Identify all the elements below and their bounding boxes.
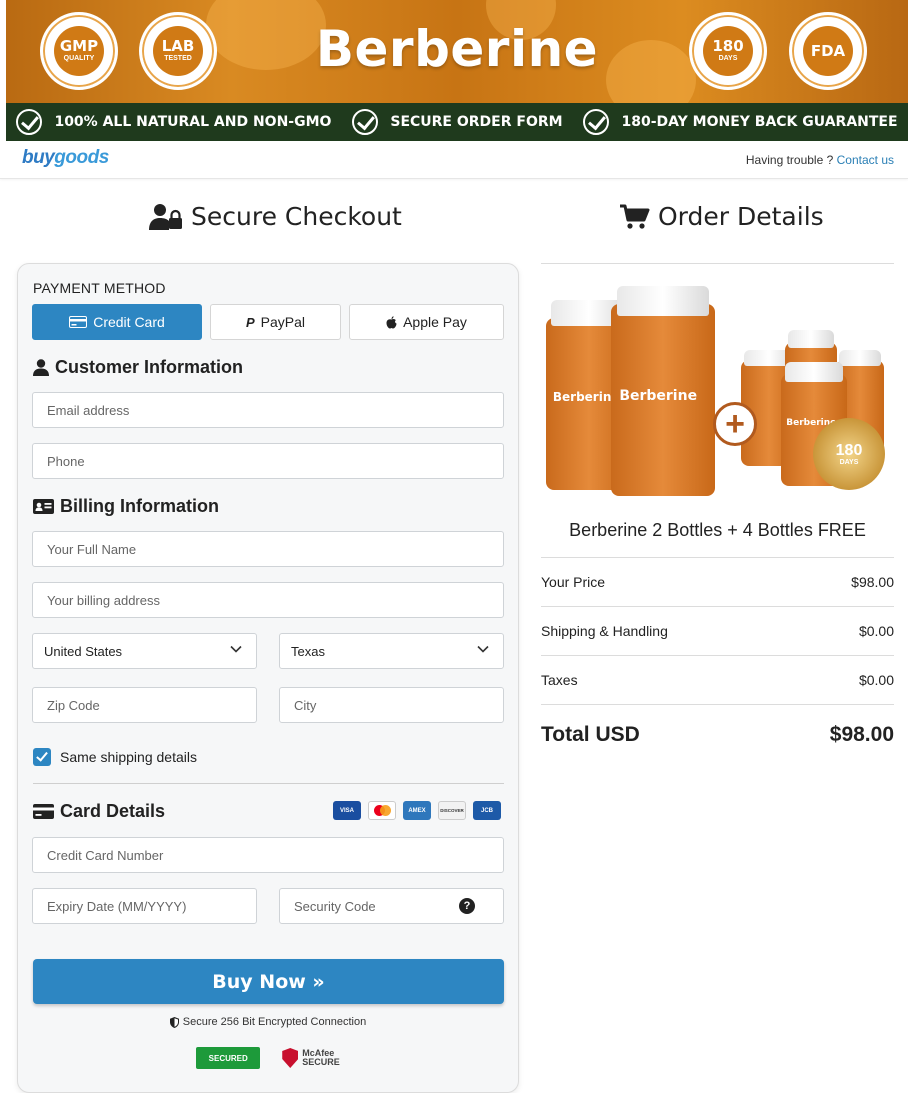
security-code-field[interactable]: Security Code ? [279, 888, 504, 924]
amex-icon: AMEX [403, 801, 431, 820]
features-bar: 100% ALL NATURAL AND NON-GMO SECURE ORDE… [6, 103, 908, 141]
card-brands: VISA AMEX DISCOVER JCB [333, 801, 501, 820]
money-back-seal-icon: 180 DAYS [813, 418, 885, 490]
visa-icon: VISA [333, 801, 361, 820]
product-image: Berberine Berberine Berberine + 180 DAYS [541, 280, 894, 500]
credit-card-tab[interactable]: Credit Card [32, 304, 202, 340]
billing-info-heading: Billing Information [33, 496, 219, 517]
payment-method-label: PAYMENT METHOD [33, 280, 166, 296]
banner-title: Berberine [315, 20, 599, 78]
order-details-heading: Order Details [620, 202, 824, 231]
state-select[interactable]: Texas [279, 633, 504, 669]
expiry-date-field[interactable]: Expiry Date (MM/YYYY) [32, 888, 257, 924]
contact-us-link[interactable]: Contact us [837, 153, 894, 167]
city-field[interactable]: City [279, 687, 504, 723]
feature-secure: SECURE ORDER FORM [352, 109, 563, 135]
zip-code-field[interactable]: Zip Code [32, 687, 257, 723]
customer-info-heading: Customer Information [33, 357, 243, 378]
price-label: Your Price [541, 574, 606, 590]
mastercard-icon [368, 801, 396, 820]
paypal-icon: P [245, 314, 255, 330]
shield-icon [169, 1016, 179, 1028]
user-lock-icon [149, 203, 182, 230]
total-value: $98.00 [829, 722, 894, 746]
plus-icon: + [713, 402, 757, 446]
state-value: Texas [291, 643, 325, 659]
user-icon [33, 359, 49, 376]
product-name: Berberine 2 Bottles + 4 Bottles FREE [569, 520, 866, 540]
same-shipping-row: Same shipping details [33, 748, 197, 766]
email-field[interactable]: Email address [32, 392, 504, 428]
card-details-heading: Card Details [33, 801, 165, 822]
shopping-cart-icon [620, 204, 650, 229]
taxes-label: Taxes [541, 672, 578, 688]
top-bar: buygoods Having trouble ? Contact us [0, 141, 908, 179]
apple-icon [386, 315, 397, 329]
card-number-field[interactable]: Credit Card Number [32, 837, 504, 873]
question-circle-icon[interactable]: ? [459, 898, 475, 914]
shipping-row: Shipping & Handling $0.00 [541, 606, 894, 655]
check-circle-icon [352, 109, 379, 135]
same-shipping-checkbox[interactable] [33, 748, 51, 766]
phone-field[interactable]: Phone [32, 443, 504, 479]
security-code-placeholder: Security Code [294, 898, 376, 914]
apple-pay-tab[interactable]: Apple Pay [349, 304, 504, 340]
shipping-label: Shipping & Handling [541, 623, 668, 639]
total-row: Total USD $98.00 [541, 704, 894, 764]
hero-banner: GMP QUALITY LAB TESTED Berberine 180 DAYS F… [6, 0, 908, 141]
money-back-seal-icon: 180 DAYS [689, 12, 767, 90]
secure-checkout-heading: Secure Checkout [149, 202, 402, 231]
billing-address-field[interactable]: Your billing address [32, 582, 504, 618]
help-text: Having trouble ? Contact us [745, 153, 894, 167]
chevron-down-icon [477, 645, 489, 653]
buy-now-button[interactable]: Buy Now » [33, 959, 504, 1004]
check-circle-icon [16, 109, 43, 135]
jcb-icon: JCB [473, 801, 501, 820]
trust-badges: SECURED McAfee SECURE [18, 1047, 518, 1069]
mcafee-badge[interactable]: McAfee SECURE [282, 1047, 340, 1069]
price-row: Your Price $98.00 [541, 557, 894, 606]
mcafee-shield-icon [282, 1048, 299, 1068]
buygoods-logo[interactable]: buygoods [22, 147, 109, 169]
secure-connection-note: Secure 256 Bit Encrypted Connection [18, 1016, 518, 1028]
taxes-value: $0.00 [858, 672, 894, 688]
shipping-value: $0.00 [858, 623, 894, 639]
full-name-field[interactable]: Your Full Name [32, 531, 504, 567]
id-card-icon [33, 499, 54, 514]
country-select[interactable]: United States [32, 633, 257, 669]
divider [33, 783, 504, 784]
country-value: United States [44, 643, 123, 659]
banner-image: GMP QUALITY LAB TESTED Berberine 180 DAYS F… [6, 0, 908, 103]
price-value: $98.00 [851, 574, 894, 590]
checkout-form: PAYMENT METHOD Credit Card P PayPal Appl… [17, 263, 519, 1093]
total-label: Total USD [541, 722, 640, 746]
bottle-image: Berberine [611, 286, 715, 496]
trustguard-badge[interactable]: SECURED [196, 1047, 261, 1069]
feature-natural: 100% ALL NATURAL AND NON-GMO [16, 109, 331, 135]
divider [541, 263, 894, 264]
discover-icon: DISCOVER [438, 801, 466, 820]
credit-card-icon [69, 316, 88, 328]
feature-guarantee: 180-DAY MONEY BACK GUARANTEE [583, 109, 898, 135]
fda-seal-icon: FDA [789, 12, 867, 90]
credit-card-icon [33, 804, 54, 819]
taxes-row: Taxes $0.00 [541, 655, 894, 704]
paypal-tab[interactable]: P PayPal [210, 304, 341, 340]
check-circle-icon [583, 109, 610, 135]
chevron-down-icon [230, 645, 242, 653]
same-shipping-label: Same shipping details [60, 749, 197, 765]
